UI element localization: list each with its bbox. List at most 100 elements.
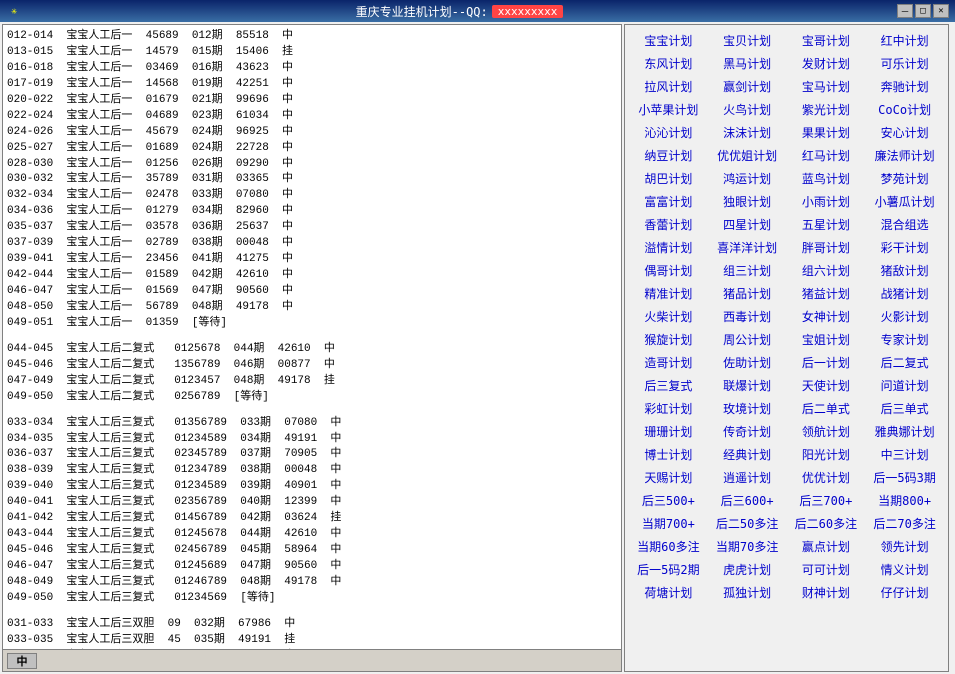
plan-link[interactable]: 专家计划: [865, 328, 944, 351]
plan-link[interactable]: 西毒计划: [708, 305, 787, 328]
plan-link[interactable]: 当期800+: [865, 489, 944, 512]
plan-link[interactable]: 宝姐计划: [787, 328, 866, 351]
plan-link[interactable]: 溢情计划: [629, 236, 708, 259]
plan-link[interactable]: 火柴计划: [629, 305, 708, 328]
plan-link[interactable]: 果果计划: [787, 121, 866, 144]
plan-link[interactable]: 宝贝计划: [708, 29, 787, 52]
plan-link[interactable]: 玫境计划: [708, 397, 787, 420]
plan-link[interactable]: 沁沁计划: [629, 121, 708, 144]
plan-link[interactable]: 喜洋洋计划: [708, 236, 787, 259]
maximize-button[interactable]: □: [915, 4, 931, 18]
plan-link[interactable]: 情义计划: [865, 558, 944, 581]
plan-link[interactable]: 蓝鸟计划: [787, 167, 866, 190]
plan-link[interactable]: 猴旋计划: [629, 328, 708, 351]
plan-link[interactable]: 组六计划: [787, 259, 866, 282]
plan-link[interactable]: 造哥计划: [629, 351, 708, 374]
plan-link[interactable]: 奔驰计划: [865, 75, 944, 98]
plan-link[interactable]: 混合组选: [865, 213, 944, 236]
plan-link[interactable]: 当期70多注: [708, 535, 787, 558]
plan-link[interactable]: 仔仔计划: [865, 581, 944, 604]
plan-link[interactable]: 彩干计划: [865, 236, 944, 259]
plan-link[interactable]: 彩虹计划: [629, 397, 708, 420]
plan-link[interactable]: 小薯瓜计划: [865, 190, 944, 213]
plan-link[interactable]: 优优姐计划: [708, 144, 787, 167]
plan-link[interactable]: 战猪计划: [865, 282, 944, 305]
minimize-button[interactable]: －: [897, 4, 913, 18]
plan-link[interactable]: 经典计划: [708, 443, 787, 466]
plan-link[interactable]: 小雨计划: [787, 190, 866, 213]
plan-link[interactable]: 领航计划: [787, 420, 866, 443]
plan-link[interactable]: 逍遥计划: [708, 466, 787, 489]
plan-link[interactable]: 阳光计划: [787, 443, 866, 466]
plan-link[interactable]: 发财计划: [787, 52, 866, 75]
right-panel[interactable]: 宝宝计划宝贝计划宝哥计划红中计划东风计划黑马计划发财计划可乐计划拉风计划赢剑计划…: [624, 24, 949, 672]
plan-link[interactable]: 后二单式: [787, 397, 866, 420]
plan-link[interactable]: 后一计划: [787, 351, 866, 374]
plan-link[interactable]: 梦苑计划: [865, 167, 944, 190]
plan-link[interactable]: 中三计划: [865, 443, 944, 466]
plan-link[interactable]: 东风计划: [629, 52, 708, 75]
plan-link[interactable]: 后一5码2期: [629, 558, 708, 581]
plan-link[interactable]: 廉法师计划: [865, 144, 944, 167]
data-list[interactable]: 012-014 宝宝人工后一 45689 012期 85518 中013-015…: [3, 25, 621, 649]
plan-link[interactable]: 胡巴计划: [629, 167, 708, 190]
plan-link[interactable]: 可乐计划: [865, 52, 944, 75]
plan-link[interactable]: 佐助计划: [708, 351, 787, 374]
plan-link[interactable]: 天使计划: [787, 374, 866, 397]
plan-link[interactable]: 珊珊计划: [629, 420, 708, 443]
plan-link[interactable]: 财神计划: [787, 581, 866, 604]
plan-link[interactable]: 沫沫计划: [708, 121, 787, 144]
plan-link[interactable]: 五星计划: [787, 213, 866, 236]
plan-link[interactable]: 黑马计划: [708, 52, 787, 75]
plan-link[interactable]: 胖哥计划: [787, 236, 866, 259]
plan-link[interactable]: 安心计划: [865, 121, 944, 144]
plan-link[interactable]: 富富计划: [629, 190, 708, 213]
plan-link[interactable]: 精准计划: [629, 282, 708, 305]
plan-link[interactable]: 博士计划: [629, 443, 708, 466]
plan-link[interactable]: 优优计划: [787, 466, 866, 489]
plan-link[interactable]: 四星计划: [708, 213, 787, 236]
plan-link[interactable]: 后三复式: [629, 374, 708, 397]
plan-link[interactable]: 红中计划: [865, 29, 944, 52]
plan-link[interactable]: 当期700+: [629, 512, 708, 535]
plan-link[interactable]: 猪品计划: [708, 282, 787, 305]
plan-link[interactable]: 后二60多注: [787, 512, 866, 535]
plan-link[interactable]: 火鸟计划: [708, 98, 787, 121]
plan-link[interactable]: 香蕾计划: [629, 213, 708, 236]
plan-link[interactable]: 后三700+: [787, 489, 866, 512]
plan-link[interactable]: 女神计划: [787, 305, 866, 328]
plan-link[interactable]: 紫光计划: [787, 98, 866, 121]
plan-link[interactable]: 宝宝计划: [629, 29, 708, 52]
plan-link[interactable]: 雅典娜计划: [865, 420, 944, 443]
plan-link[interactable]: 猪益计划: [787, 282, 866, 305]
plan-link[interactable]: 天赐计划: [629, 466, 708, 489]
plan-link[interactable]: 传奇计划: [708, 420, 787, 443]
plan-link[interactable]: 联爆计划: [708, 374, 787, 397]
plan-link[interactable]: 宝哥计划: [787, 29, 866, 52]
plan-link[interactable]: 红马计划: [787, 144, 866, 167]
plan-link[interactable]: 孤独计划: [708, 581, 787, 604]
plan-link[interactable]: 鸿运计划: [708, 167, 787, 190]
plan-link[interactable]: CoCo计划: [865, 98, 944, 121]
plan-link[interactable]: 后一5码3期: [865, 466, 944, 489]
plan-link[interactable]: 可可计划: [787, 558, 866, 581]
plan-link[interactable]: 当期60多注: [629, 535, 708, 558]
plan-link[interactable]: 独眼计划: [708, 190, 787, 213]
plan-link[interactable]: 虎虎计划: [708, 558, 787, 581]
plan-link[interactable]: 后二70多注: [865, 512, 944, 535]
plan-link[interactable]: 问道计划: [865, 374, 944, 397]
plan-link[interactable]: 后三600+: [708, 489, 787, 512]
plan-link[interactable]: 赢点计划: [787, 535, 866, 558]
plan-link[interactable]: 后三单式: [865, 397, 944, 420]
plan-link[interactable]: 后三500+: [629, 489, 708, 512]
plan-link[interactable]: 火影计划: [865, 305, 944, 328]
plan-link[interactable]: 荷塘计划: [629, 581, 708, 604]
plan-link[interactable]: 领先计划: [865, 535, 944, 558]
close-button[interactable]: ✕: [933, 4, 949, 18]
plan-link[interactable]: 小苹果计划: [629, 98, 708, 121]
plan-link[interactable]: 偶哥计划: [629, 259, 708, 282]
plan-link[interactable]: 赢剑计划: [708, 75, 787, 98]
plan-link[interactable]: 周公计划: [708, 328, 787, 351]
plan-link[interactable]: 宝马计划: [787, 75, 866, 98]
plan-link[interactable]: 拉风计划: [629, 75, 708, 98]
